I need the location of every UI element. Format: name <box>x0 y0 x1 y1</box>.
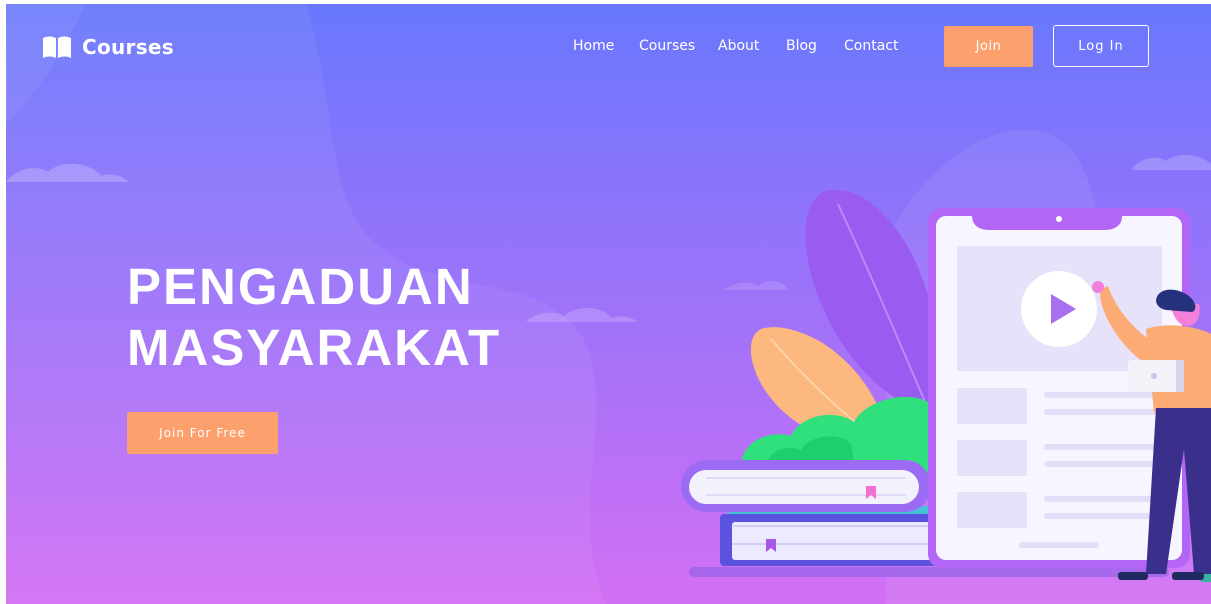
hero-illustration <box>681 189 1211 582</box>
book-stack <box>681 460 950 566</box>
hero-section: Courses Home Courses About Blog Contact … <box>6 4 1211 604</box>
laptop-icon <box>1128 360 1184 392</box>
